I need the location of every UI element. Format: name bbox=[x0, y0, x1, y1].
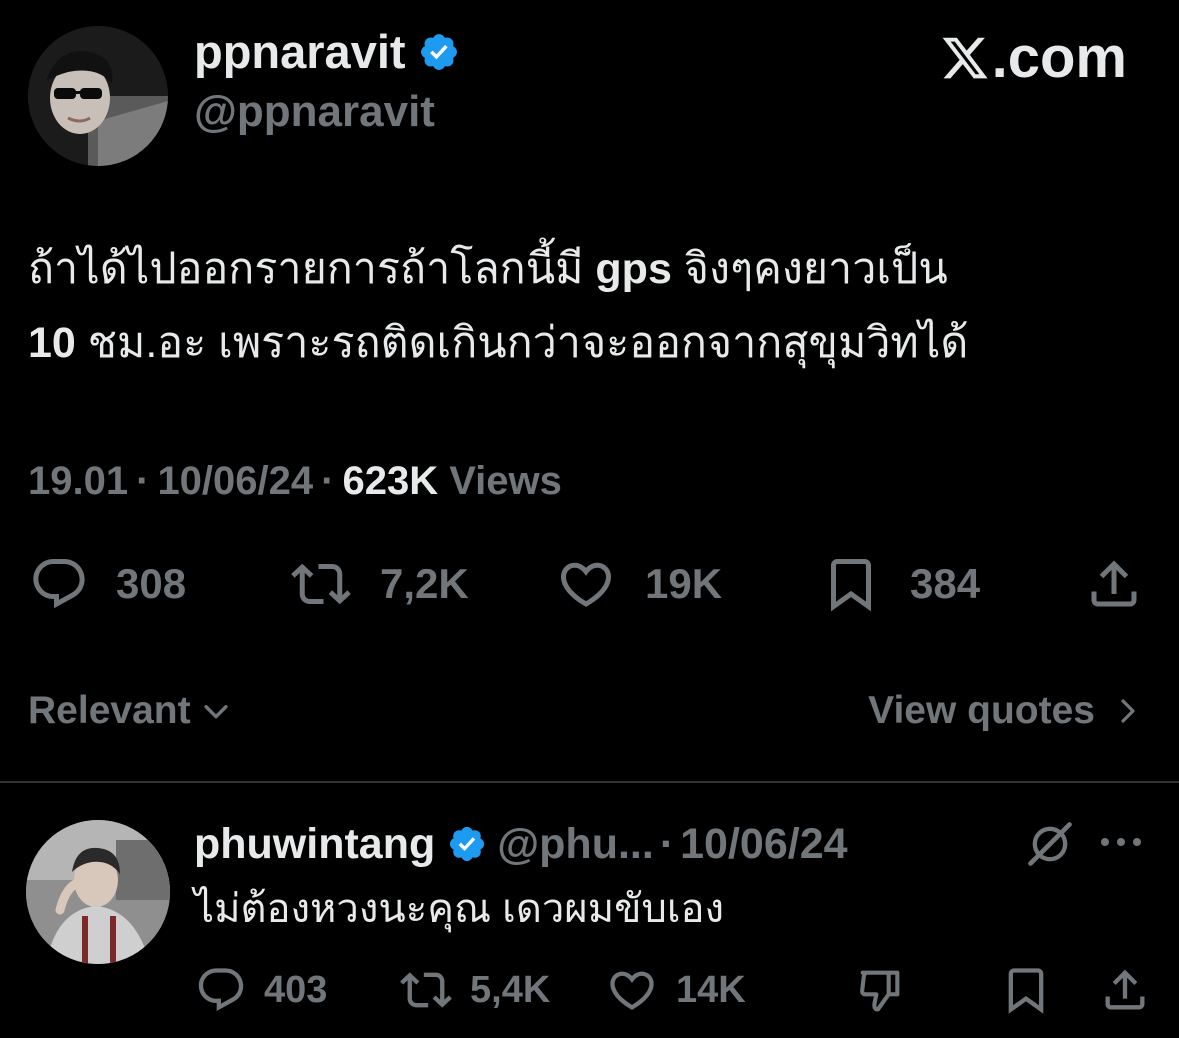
like-button[interactable]: 19K bbox=[553, 552, 722, 616]
author-display-name[interactable]: ppnaravit bbox=[194, 22, 406, 82]
heart-icon bbox=[610, 971, 654, 1010]
reply-repost-button[interactable]: 5,4K bbox=[398, 962, 550, 1018]
repost-arrows-icon bbox=[400, 972, 452, 1008]
tweet-text: ถ้าได้ไปออกรายการถ้าโลกนี้มี gps จิงๆคงย… bbox=[28, 232, 1153, 380]
chevron-right-icon bbox=[1121, 699, 1135, 723]
grok-slash-icon[interactable] bbox=[1024, 818, 1076, 875]
view-quotes-link[interactable]: View quotes bbox=[868, 686, 1143, 736]
reply-count: 308 bbox=[116, 560, 187, 607]
bookmark-count: 384 bbox=[910, 560, 981, 607]
verified-badge-icon bbox=[447, 824, 487, 864]
reply-like-button[interactable]: 14K bbox=[604, 962, 746, 1018]
tweet-date[interactable]: 10/06/24 bbox=[157, 459, 313, 503]
tweet-text-line-2-suffix: ชม.อะ เพราะรถติดเกินกว่าจะออกจากสุขุมวิท… bbox=[75, 319, 969, 367]
share-button[interactable] bbox=[1082, 552, 1146, 616]
reply-downvote-button[interactable] bbox=[852, 962, 908, 1018]
author-display-name-row[interactable]: ppnaravit bbox=[194, 22, 460, 82]
tweet-text-line-1: ถ้าได้ไปออกรายการถ้าโลกนี้มี gps จิงๆคงย… bbox=[28, 232, 1153, 306]
more-dots-icon[interactable] bbox=[1098, 830, 1144, 859]
reply-reply-count: 403 bbox=[264, 968, 328, 1011]
sort-label: Relevant bbox=[28, 689, 191, 732]
section-divider bbox=[0, 781, 1179, 783]
tweet-time[interactable]: 19.01 bbox=[28, 459, 128, 503]
reply-separator: · bbox=[659, 820, 675, 868]
views-count: 623K bbox=[342, 459, 439, 503]
like-count: 19K bbox=[645, 560, 723, 607]
share-upload-icon bbox=[1091, 560, 1137, 607]
tweet-text-line-1-prefix: ถ้าได้ไปออกรายการถ้าโลกนี้มี bbox=[28, 245, 596, 293]
bookmark-icon bbox=[1008, 968, 1044, 1014]
reply-like-count: 14K bbox=[676, 968, 746, 1011]
share-upload-icon bbox=[1105, 969, 1145, 1010]
reply-repost-count: 5,4K bbox=[470, 968, 551, 1011]
tweet-meta: 19.01 · 10/06/24 · 623K Views bbox=[28, 456, 562, 506]
brand-domain-suffix: .com bbox=[991, 25, 1127, 90]
meta-separator: · bbox=[321, 459, 335, 503]
repost-arrows-icon bbox=[291, 563, 351, 605]
x-logo-icon bbox=[942, 37, 988, 79]
verified-badge-icon bbox=[418, 31, 460, 73]
speech-bubble-icon bbox=[33, 559, 85, 609]
thumbs-down-icon bbox=[860, 970, 900, 1012]
reply-author-avatar[interactable] bbox=[26, 820, 170, 964]
reply-header: phuwintang @phu... · 10/06/24 bbox=[194, 815, 848, 873]
heart-icon bbox=[560, 562, 612, 607]
tweet-text-number: 10 bbox=[28, 319, 76, 367]
repost-button[interactable]: 7,2K bbox=[288, 552, 469, 616]
reply-bookmark-button[interactable] bbox=[998, 962, 1054, 1018]
reply-handle[interactable]: @phu... bbox=[497, 815, 654, 873]
reply-avatar-image bbox=[26, 820, 170, 964]
speech-bubble-icon bbox=[198, 968, 244, 1012]
reply-share-button[interactable] bbox=[1098, 962, 1152, 1018]
reply-display-name[interactable]: phuwintang bbox=[194, 815, 435, 873]
bookmark-icon bbox=[831, 559, 871, 612]
chevron-down-icon bbox=[203, 705, 228, 719]
bookmark-button[interactable]: 384 bbox=[818, 552, 980, 616]
author-avatar[interactable] bbox=[28, 26, 168, 166]
tweet-text-line-1-suffix: จิงๆคงยาวเป็น bbox=[671, 245, 948, 293]
views-label: Views bbox=[449, 459, 562, 503]
author-avatar-image bbox=[28, 26, 168, 166]
repost-count: 7,2K bbox=[380, 560, 469, 607]
reply-reply-button[interactable]: 403 bbox=[194, 962, 327, 1018]
reply-date[interactable]: 10/06/24 bbox=[680, 815, 847, 873]
tweet-text-gps: gps bbox=[595, 245, 672, 293]
meta-separator: · bbox=[136, 459, 150, 503]
tweet-text-line-2: 10 ชม.อะ เพราะรถติดเกินกว่าจะออกจากสุขุม… bbox=[28, 306, 1153, 380]
view-quotes-label: View quotes bbox=[868, 689, 1095, 732]
x-com-logo: .com bbox=[940, 26, 1127, 90]
author-handle[interactable]: @ppnaravit bbox=[194, 82, 435, 142]
reply-button[interactable]: 308 bbox=[28, 552, 186, 616]
sort-dropdown[interactable]: Relevant bbox=[28, 686, 233, 736]
reply-text: ไม่ต้องหวงนะคุณ เดวผมขับเอง bbox=[194, 887, 725, 931]
